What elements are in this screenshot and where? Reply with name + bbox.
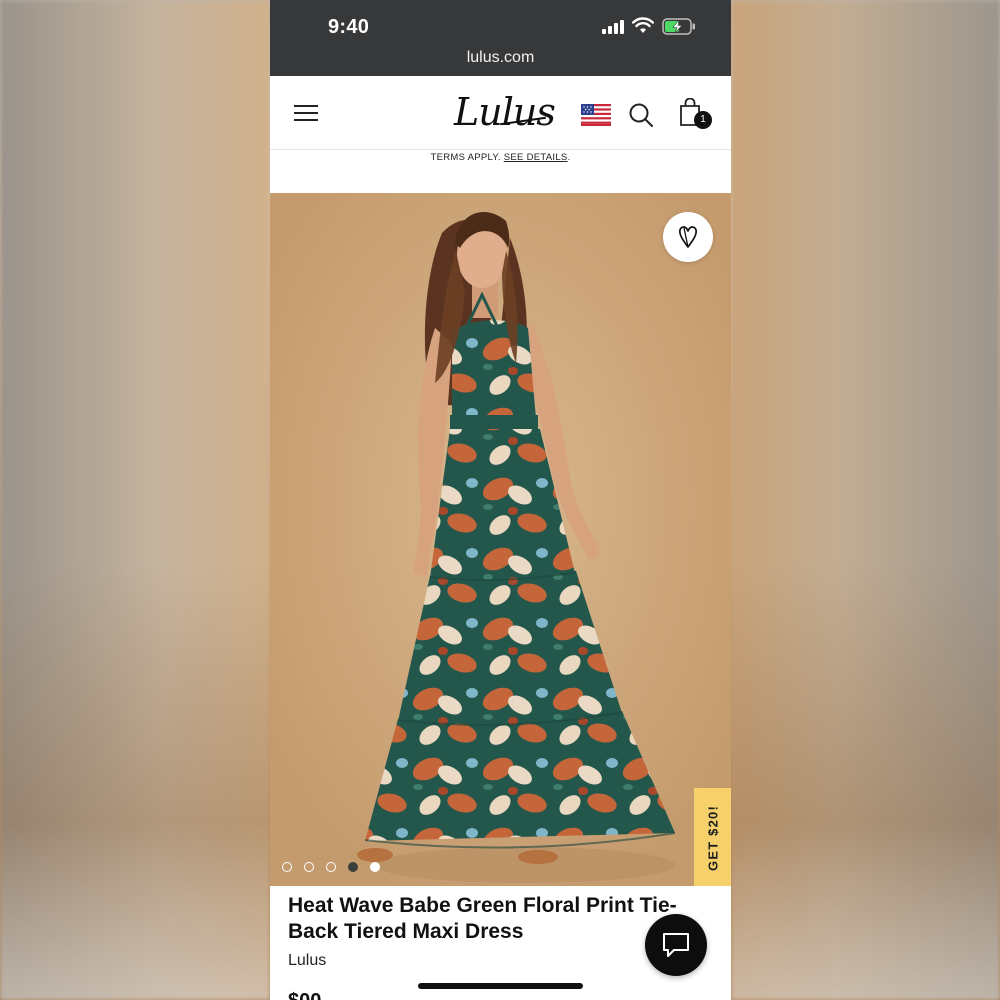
get-20-label: GET $20!	[705, 805, 720, 871]
cart-count-badge: 1	[694, 111, 712, 129]
gallery-dot-3[interactable]	[326, 862, 336, 872]
address-bar-url[interactable]: lulus.com	[270, 49, 731, 67]
favorite-button[interactable]	[663, 212, 713, 262]
cellular-signal-icon	[602, 20, 624, 34]
promo-banner: TERMS APPLY. SEE DETAILS.	[270, 150, 731, 193]
lulus-logo[interactable]: Lulus	[454, 90, 556, 134]
model-photo	[270, 193, 731, 886]
product-image[interactable]	[270, 193, 731, 886]
heart-icon	[678, 226, 698, 248]
home-indicator[interactable]	[418, 983, 583, 989]
promo-suffix: .	[567, 152, 571, 163]
gallery-dot-2[interactable]	[304, 862, 314, 872]
product-brand[interactable]: Lulus	[288, 952, 326, 970]
blurred-background-right	[731, 0, 1000, 1000]
gallery-dot-1[interactable]	[282, 862, 292, 872]
see-details-link[interactable]: SEE DETAILS	[504, 152, 568, 163]
battery-charging-icon	[662, 18, 695, 35]
gallery-dot-5[interactable]	[370, 862, 380, 872]
get-20-promo-tab[interactable]: GET $20!	[694, 788, 731, 888]
product-price: $00	[288, 990, 321, 1000]
status-bar: 9:40 lulus.com	[270, 0, 731, 76]
chat-button[interactable]	[645, 914, 707, 976]
blurred-background-left	[0, 0, 270, 1000]
hamburger-menu-icon[interactable]	[294, 103, 318, 123]
gallery-pagination	[282, 862, 402, 874]
status-time: 9:40	[328, 16, 370, 38]
gallery-dot-4-active[interactable]	[348, 862, 358, 872]
phone-screen: 9:40 lulus.com Lulus 1 TERMS APPLY. SEE …	[270, 0, 731, 1000]
site-header: Lulus 1	[270, 76, 731, 150]
chat-bubble-icon	[663, 933, 689, 957]
promo-text: TERMS APPLY.	[430, 152, 501, 163]
search-icon[interactable]	[628, 102, 654, 128]
us-flag-icon[interactable]	[581, 104, 611, 126]
wifi-icon	[632, 17, 654, 33]
